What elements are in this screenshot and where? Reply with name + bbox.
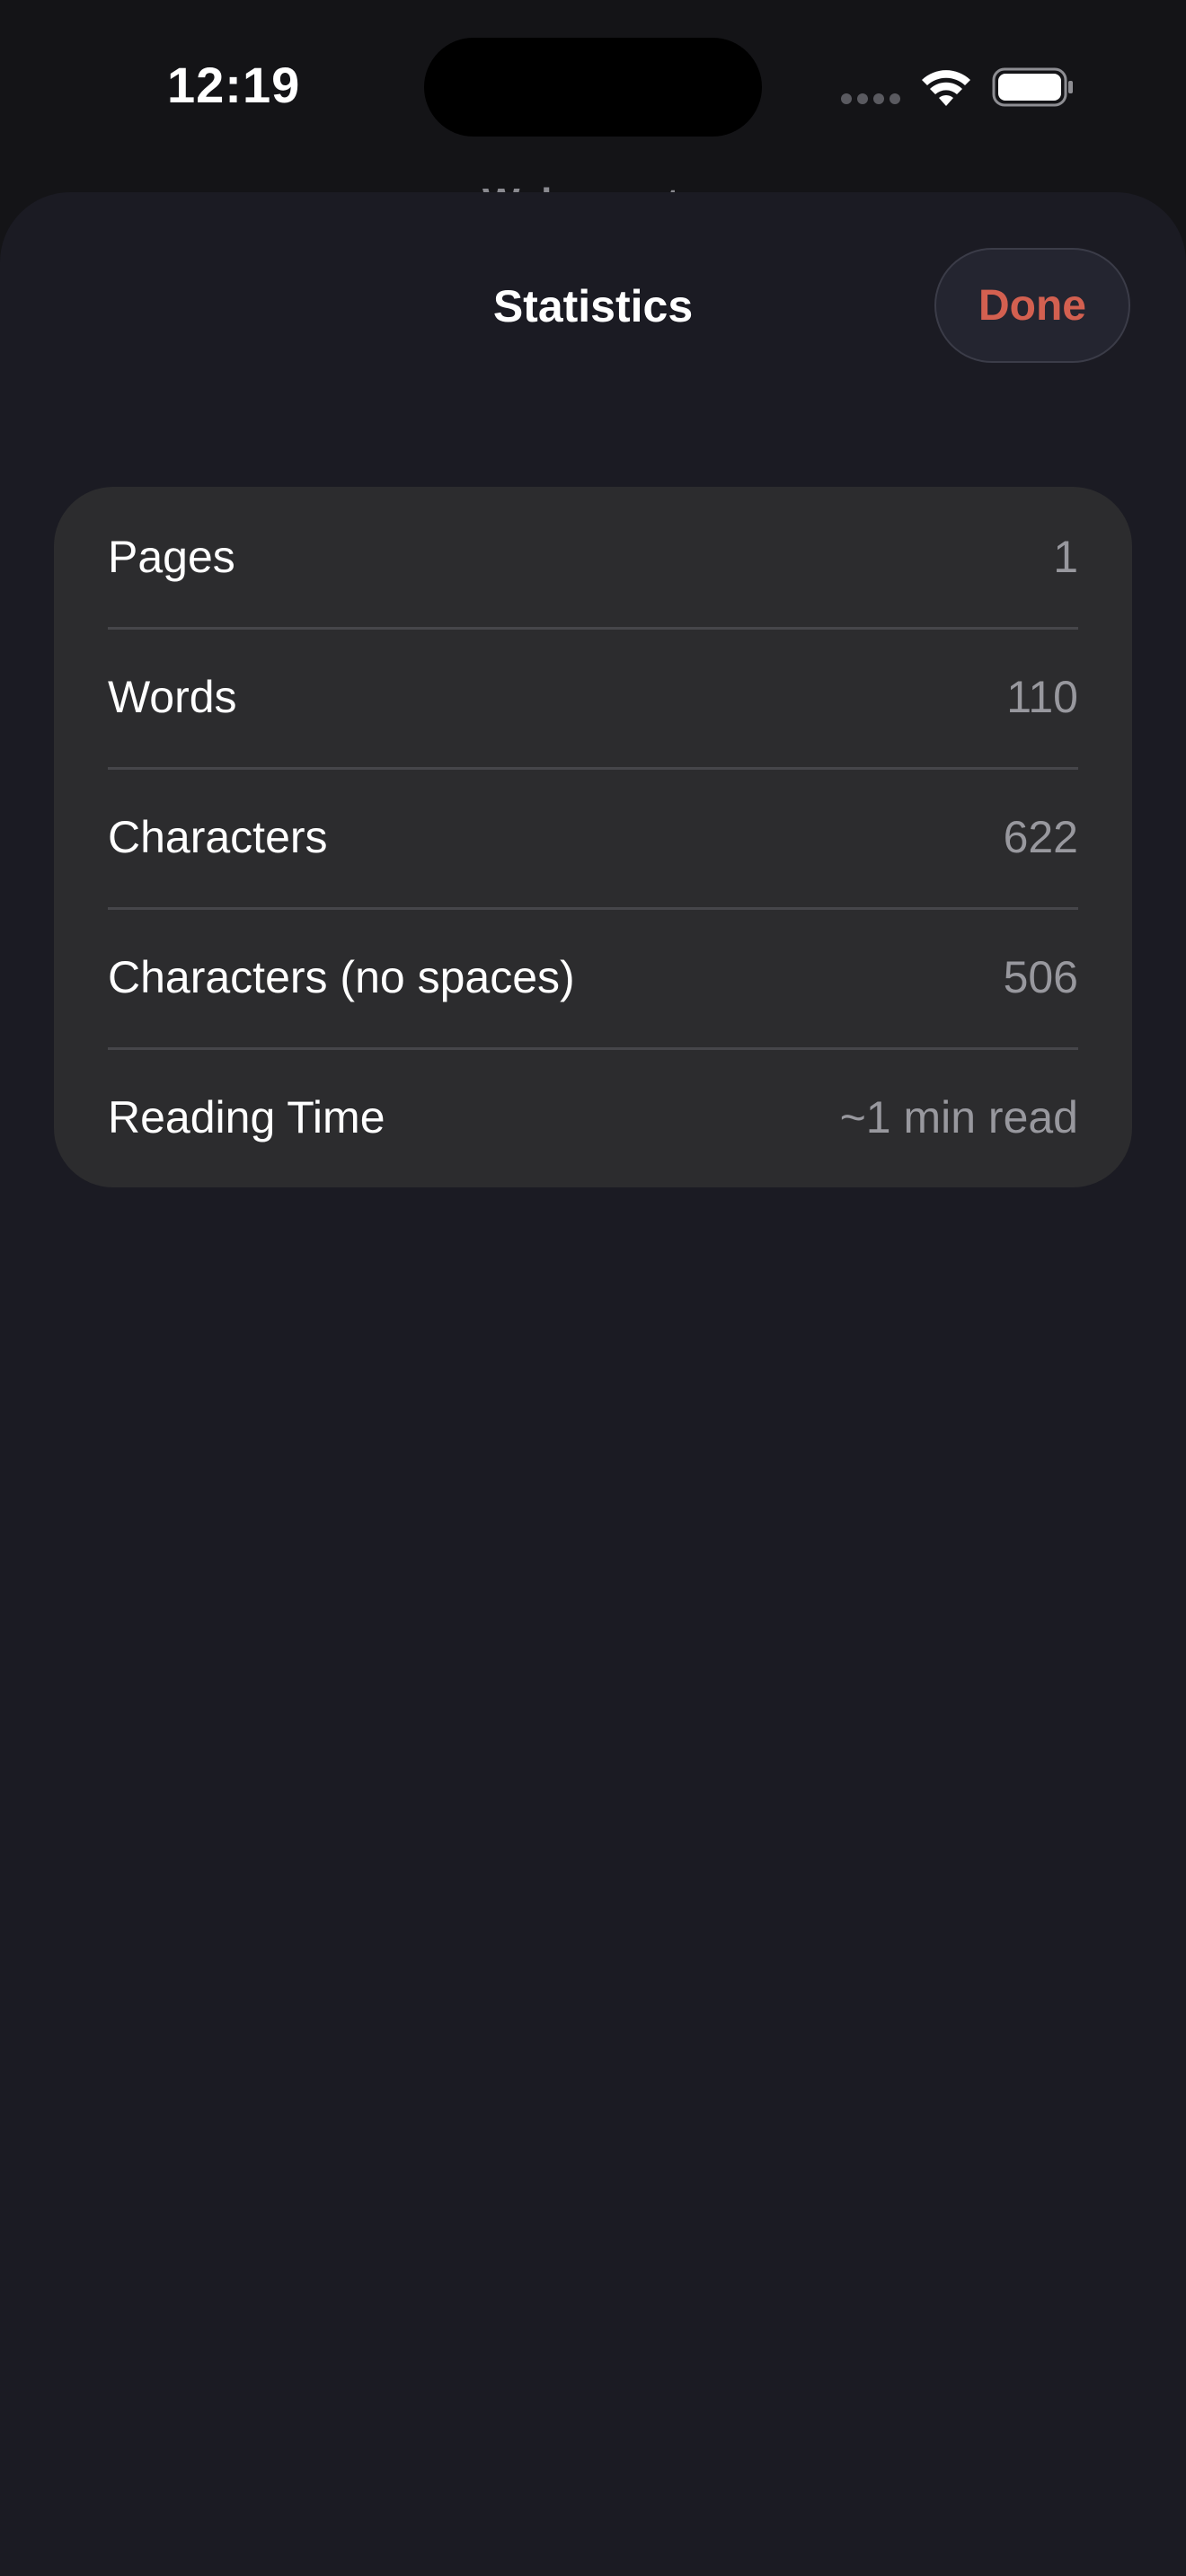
stat-row-characters: Characters 622	[54, 767, 1132, 907]
stat-value: 1	[1053, 532, 1078, 582]
stat-label: Characters	[108, 812, 328, 862]
stat-label: Characters (no spaces)	[108, 952, 575, 1002]
statistics-list: Pages 1 Words 110 Characters 622 Charact…	[54, 487, 1132, 1187]
screen: 12:19 Welcome to Statistics Done Pages 1…	[0, 0, 1186, 2576]
stat-row-reading-time: Reading Time ~1 min read	[54, 1047, 1132, 1187]
status-time: 12:19	[167, 57, 301, 113]
cellular-signal-icon	[841, 93, 900, 104]
stat-label: Reading Time	[108, 1092, 385, 1142]
done-button[interactable]: Done	[934, 248, 1130, 363]
stat-row-pages: Pages 1	[54, 487, 1132, 627]
stat-row-characters-no-spaces: Characters (no spaces) 506	[54, 907, 1132, 1047]
dynamic-island	[424, 38, 762, 137]
stat-value: ~1 min read	[839, 1092, 1078, 1142]
stat-label: Pages	[108, 532, 235, 582]
stat-label: Words	[108, 672, 237, 722]
stat-value: 622	[1003, 812, 1078, 862]
wifi-icon	[922, 70, 970, 106]
stat-value: 110	[1006, 672, 1078, 722]
stat-row-words: Words 110	[54, 627, 1132, 767]
battery-icon	[992, 67, 1073, 107]
stat-value: 506	[1003, 952, 1078, 1002]
